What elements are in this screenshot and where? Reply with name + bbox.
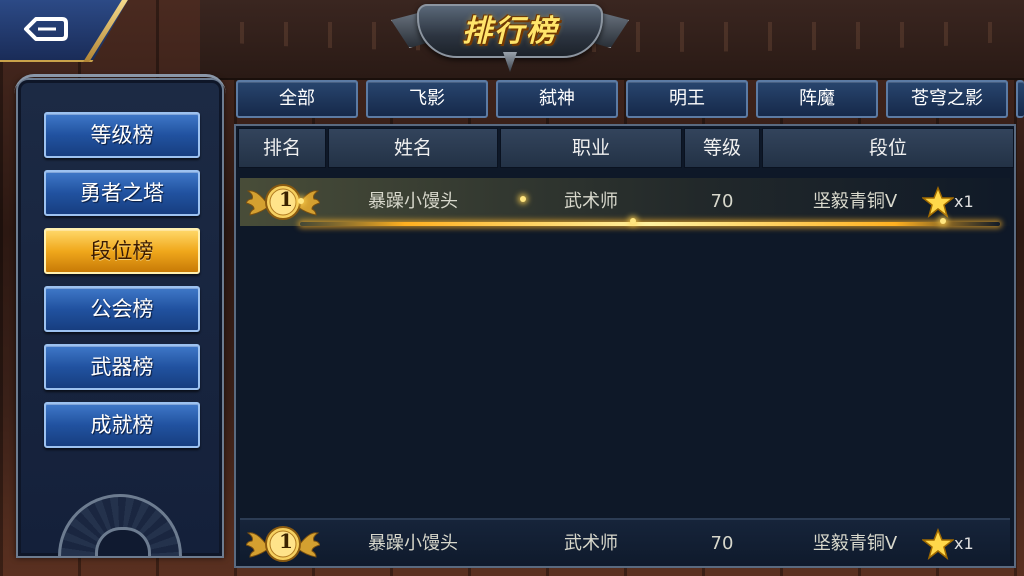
sparkle	[298, 198, 304, 204]
page-title: 排行榜	[462, 14, 558, 49]
sidebar-item-tier[interactable]: 段位榜	[44, 228, 200, 274]
column-header-job: 职业	[500, 128, 682, 168]
my-rank-row: 1 暴躁小馒头 武术师 70 坚毅青铜V x1	[240, 518, 1010, 566]
table-row[interactable]: 1 暴躁小馒头 武术师 70 坚毅青铜V x1	[240, 178, 1010, 226]
player-job: 武术师	[564, 191, 618, 212]
back-arrow-icon	[24, 17, 68, 41]
my-rank-number: 1	[279, 529, 293, 553]
my-tier: 坚毅青铜V	[812, 533, 898, 554]
player-name: 暴躁小馒头	[368, 191, 458, 212]
my-level: 70	[710, 533, 734, 554]
sidebar-item-tower[interactable]: 勇者之塔	[44, 170, 200, 216]
tab-cangqiong[interactable]: 苍穹之影	[886, 80, 1008, 118]
column-header-name: 姓名	[328, 128, 498, 168]
gold-highlight-line	[300, 222, 1000, 226]
column-header-level: 等级	[684, 128, 760, 168]
player-level: 70	[710, 191, 734, 212]
tab-overflow[interactable]	[1016, 80, 1024, 118]
title-spike	[503, 52, 517, 72]
star-count: x1	[954, 192, 974, 211]
tab-all[interactable]: 全部	[236, 80, 358, 118]
tab-shishen[interactable]: 弑神	[496, 80, 618, 118]
column-header-tier: 段位	[762, 128, 1014, 168]
ranking-panel: 排名 姓名 职业 等级 段位 1 暴躁小馒头 武术师 70 坚毅青铜V x1 1…	[234, 124, 1016, 568]
sidebar-panel: 等级榜 勇者之塔 段位榜 公会榜 武器榜 成就榜	[14, 74, 226, 558]
sidebar-item-level[interactable]: 等级榜	[44, 112, 200, 158]
sidebar-item-guild[interactable]: 公会榜	[44, 286, 200, 332]
sparkle	[520, 196, 526, 202]
class-filter-tabs: 全部 飞影 弑神 明王 阵魔 苍穹之影	[236, 80, 1024, 120]
tab-mingwang[interactable]: 明王	[626, 80, 748, 118]
sidebar-fan-ornament	[58, 494, 182, 556]
sparkle	[940, 218, 946, 224]
title-emblem: 排行榜	[385, 0, 635, 72]
tab-zhenmo[interactable]: 阵魔	[756, 80, 878, 118]
star-icon	[922, 186, 954, 218]
my-star-count: x1	[954, 534, 974, 553]
column-header-rank: 排名	[238, 128, 326, 168]
my-job: 武术师	[564, 533, 618, 554]
sparkle	[630, 218, 636, 224]
star-icon	[922, 528, 954, 560]
sidebar-item-achievement[interactable]: 成就榜	[44, 402, 200, 448]
sidebar-item-weapon[interactable]: 武器榜	[44, 344, 200, 390]
tab-feiying[interactable]: 飞影	[366, 80, 488, 118]
player-tier: 坚毅青铜V	[812, 191, 898, 212]
my-name: 暴躁小馒头	[368, 533, 458, 554]
